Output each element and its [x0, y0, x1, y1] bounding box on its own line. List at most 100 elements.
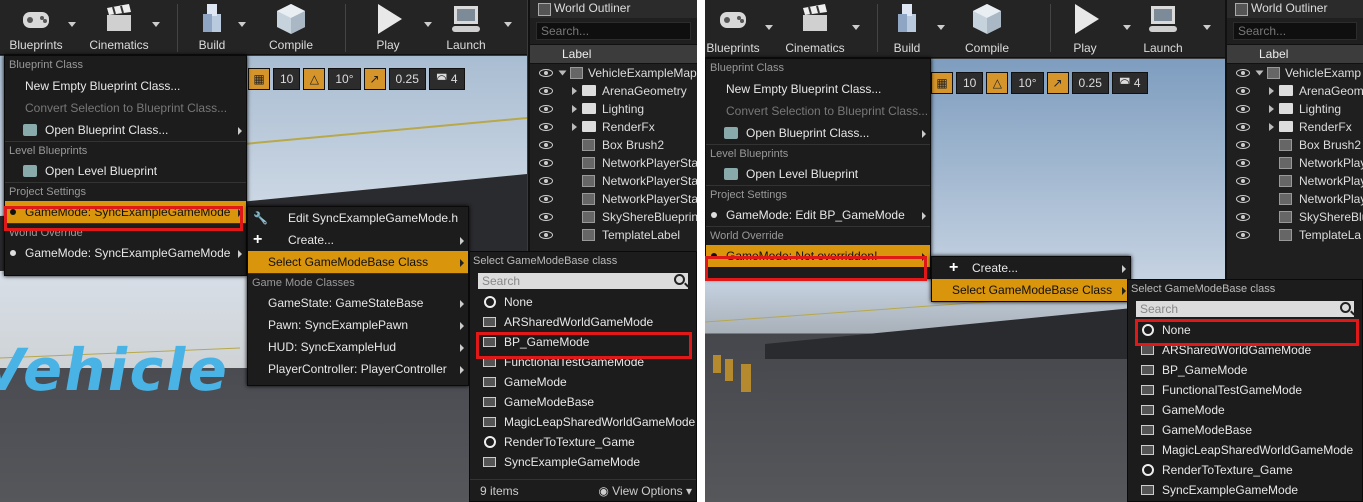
- class-list-item[interactable]: SyncExampleGameMode: [470, 452, 696, 472]
- outliner-row[interactable]: SkyShereBlu: [1227, 208, 1363, 226]
- visibility-eye-icon[interactable]: [539, 105, 553, 113]
- grid-size-value[interactable]: 10: [956, 72, 984, 94]
- expand-arrow-icon[interactable]: [572, 87, 577, 95]
- outliner-search-input[interactable]: Search...: [536, 22, 691, 40]
- visibility-eye-icon[interactable]: [539, 123, 553, 131]
- launch-button[interactable]: Launch: [436, 0, 496, 55]
- outliner-row[interactable]: NetworkPlay: [1227, 154, 1363, 172]
- scale-snap-value[interactable]: 0.25: [388, 68, 426, 90]
- chevron-down-icon[interactable]: [937, 25, 945, 30]
- launch-button[interactable]: Launch: [1133, 0, 1193, 58]
- outliner-row[interactable]: NetworkPlayerSta: [530, 154, 697, 172]
- class-list-item[interactable]: ARSharedWorldGameMode: [1128, 340, 1362, 360]
- outliner-row[interactable]: TemplateLa: [1227, 226, 1363, 244]
- outliner-row[interactable]: ArenaGeom: [1227, 82, 1363, 100]
- outliner-row[interactable]: NetworkPlay: [1227, 190, 1363, 208]
- rotate-snap-icon[interactable]: △: [986, 72, 1009, 94]
- create-item[interactable]: + Create...: [932, 257, 1130, 279]
- visibility-eye-icon[interactable]: [1236, 69, 1250, 77]
- visibility-eye-icon[interactable]: [1236, 141, 1250, 149]
- world-gamemode-item[interactable]: GameMode: Not overridden!: [706, 245, 930, 267]
- project-gamemode-item[interactable]: GameMode: SyncExampleGameMode: [5, 201, 246, 223]
- class-list-item[interactable]: FunctionalTestGameMode: [470, 352, 696, 372]
- pawn-item[interactable]: Pawn: SyncExamplePawn: [248, 314, 468, 336]
- visibility-eye-icon[interactable]: [539, 213, 553, 221]
- open-blueprint-class-item[interactable]: Open Blueprint Class...: [706, 122, 930, 144]
- outliner-row[interactable]: NetworkPlay: [1227, 172, 1363, 190]
- class-list-item[interactable]: MagicLeapSharedWorldGameMode: [470, 412, 696, 432]
- visibility-eye-icon[interactable]: [539, 87, 553, 95]
- class-list-item[interactable]: ARSharedWorldGameMode: [470, 312, 696, 332]
- class-list-item[interactable]: RenderToTexture_Game: [1128, 460, 1362, 480]
- expand-arrow-icon[interactable]: [572, 105, 577, 113]
- gamestate-item[interactable]: GameState: GameStateBase: [248, 292, 468, 314]
- outliner-row[interactable]: RenderFx: [1227, 118, 1363, 136]
- outliner-label-column[interactable]: Label: [1227, 44, 1363, 64]
- grid-snap-icon[interactable]: ▦: [931, 72, 953, 94]
- visibility-eye-icon[interactable]: [1236, 231, 1250, 239]
- visibility-eye-icon[interactable]: [539, 195, 553, 203]
- visibility-eye-icon[interactable]: [539, 231, 553, 239]
- visibility-eye-icon[interactable]: [1236, 195, 1250, 203]
- chevron-down-icon[interactable]: [238, 22, 246, 27]
- chevron-down-icon[interactable]: [424, 22, 432, 27]
- visibility-eye-icon[interactable]: [1236, 177, 1250, 185]
- visibility-eye-icon[interactable]: [539, 69, 553, 77]
- picker-search-input[interactable]: Search: [478, 273, 688, 289]
- class-list-item[interactable]: GameMode: [1128, 400, 1362, 420]
- class-list-item[interactable]: BP_GameMode: [470, 332, 696, 352]
- class-list-item[interactable]: BP_GameMode: [1128, 360, 1362, 380]
- outliner-row[interactable]: VehicleExampleMap: [530, 64, 697, 82]
- picker-search-input[interactable]: Search: [1136, 301, 1354, 317]
- outliner-row[interactable]: SkyShereBlueprin: [530, 208, 697, 226]
- class-list-item[interactable]: GameMode: [470, 372, 696, 392]
- expand-arrow-icon[interactable]: [1269, 123, 1274, 131]
- open-level-blueprint-item[interactable]: Open Level Blueprint: [5, 160, 246, 182]
- class-list-item[interactable]: None: [1128, 320, 1362, 340]
- outliner-row[interactable]: Lighting: [1227, 100, 1363, 118]
- cinematics-button[interactable]: Cinematics: [86, 0, 152, 55]
- compile-button[interactable]: Compile: [258, 0, 324, 55]
- class-list-item[interactable]: GameModeBase: [470, 392, 696, 412]
- play-button[interactable]: Play: [357, 0, 419, 55]
- outliner-row[interactable]: VehicleExamp: [1227, 64, 1363, 82]
- chevron-down-icon[interactable]: [1123, 25, 1131, 30]
- outliner-row[interactable]: Box Brush2: [1227, 136, 1363, 154]
- scale-snap-icon[interactable]: ↗: [1046, 72, 1069, 94]
- visibility-eye-icon[interactable]: [1236, 123, 1250, 131]
- class-list-item[interactable]: RenderToTexture_Game: [470, 432, 696, 452]
- expand-arrow-icon[interactable]: [1269, 105, 1274, 113]
- player-controller-item[interactable]: PlayerController: PlayerController: [248, 358, 468, 380]
- visibility-eye-icon[interactable]: [1236, 159, 1250, 167]
- outliner-row[interactable]: NetworkPlayerSta: [530, 172, 697, 190]
- expand-arrow-icon[interactable]: [572, 123, 577, 131]
- class-list-item[interactable]: MagicLeapSharedWorldGameMode: [1128, 440, 1362, 460]
- chevron-down-icon[interactable]: [68, 22, 76, 27]
- hud-item[interactable]: HUD: SyncExampleHud: [248, 336, 468, 358]
- rotate-snap-icon[interactable]: △: [303, 68, 326, 90]
- chevron-down-icon[interactable]: [765, 25, 773, 30]
- outliner-row[interactable]: ArenaGeometry: [530, 82, 697, 100]
- grid-snap-icon[interactable]: ▦: [248, 68, 270, 90]
- build-button[interactable]: Build: [882, 0, 932, 58]
- visibility-eye-icon[interactable]: [539, 141, 553, 149]
- outliner-row[interactable]: Lighting: [530, 100, 697, 118]
- chevron-down-icon[interactable]: [1203, 25, 1211, 30]
- visibility-eye-icon[interactable]: [539, 177, 553, 185]
- rotate-snap-value[interactable]: 10°: [1011, 72, 1044, 94]
- project-gamemode-item[interactable]: GameMode: Edit BP_GameMode: [706, 204, 930, 226]
- build-button[interactable]: Build: [184, 0, 240, 55]
- outliner-row[interactable]: RenderFx: [530, 118, 697, 136]
- blueprints-button[interactable]: Blueprints: [4, 0, 68, 55]
- chevron-down-icon[interactable]: [852, 25, 860, 30]
- outliner-label-column[interactable]: Label: [530, 44, 697, 64]
- outliner-row[interactable]: TemplateLabel: [530, 226, 697, 244]
- scale-snap-icon[interactable]: ↗: [363, 68, 386, 90]
- edit-gamemode-item[interactable]: 🔧 Edit SyncExampleGameMode.h: [248, 207, 468, 229]
- chevron-down-icon[interactable]: [152, 22, 160, 27]
- select-gamemode-class-item[interactable]: Select GameModeBase Class: [248, 251, 468, 273]
- rotate-snap-value[interactable]: 10°: [328, 68, 361, 90]
- outliner-row[interactable]: NetworkPlayerSta: [530, 190, 697, 208]
- compile-button[interactable]: Compile: [955, 0, 1019, 58]
- class-list-item[interactable]: FunctionalTestGameMode: [1128, 380, 1362, 400]
